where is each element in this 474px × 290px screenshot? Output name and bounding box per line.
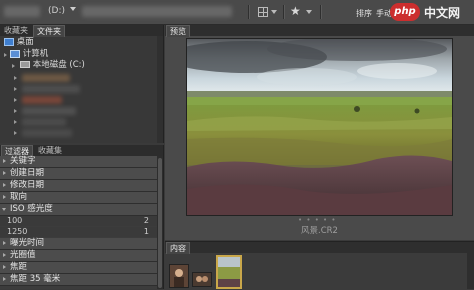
tree-item-label: 本地磁盘 (C:) [32,60,85,70]
filter-created-date[interactable]: 创建日期 [0,168,157,180]
tab-collections[interactable]: 收藏集 [35,145,65,156]
watermark-text: 中文网 [424,6,461,20]
expand-triangle-icon[interactable] [4,53,7,57]
toolbar-divider [283,5,284,19]
filter-panel: 过滤器 收藏集 关键字 创建日期 修改日期 取向 ISO 感光度 100 2 1… [0,145,164,289]
filter-label: ISO 感光度 [10,204,53,214]
filter-count: 1 [143,227,149,236]
expand-triangle-icon[interactable] [14,120,17,124]
tree-item-desktop[interactable]: 桌面 [4,37,34,47]
folders-panel-tabs: 收藏夹 文件夹 [0,25,163,37]
filter-label: 取向 [10,192,28,202]
expand-triangle-icon[interactable] [14,109,17,113]
folders-panel: 收藏夹 文件夹 桌面 计算机 本地磁盘 (C:) [0,25,164,143]
expand-triangle-icon [3,159,6,163]
filter-label: 光圈值 [10,250,36,260]
expand-triangle-icon [3,265,6,269]
content-panel-tabs: 内容 [165,242,474,254]
chevron-down-icon[interactable] [306,10,312,14]
tab-folders[interactable]: 文件夹 [33,25,65,37]
blurred-tree-item[interactable] [22,96,62,104]
expand-triangle-icon [3,277,6,281]
filter-value-row[interactable]: 100 2 [0,216,157,226]
folders-scrollbar[interactable] [157,36,163,143]
blurred-tree-item[interactable] [22,74,70,82]
blurred-tree-item[interactable] [22,129,72,137]
collapse-triangle-icon [2,208,6,211]
filter-iso[interactable]: ISO 感光度 [0,204,157,216]
view-grid-icon[interactable] [258,7,268,17]
watermark-logo: php 中文网 [388,1,472,23]
filter-label: 焦距 35 毫米 [10,274,61,284]
computer-icon [10,49,20,58]
toolbar-divider [248,5,249,19]
thumbnail-image [193,273,211,286]
thumbnail-portrait[interactable] [169,264,189,288]
preview-filename: 风景.CR2 [301,226,338,236]
drive-icon [20,61,30,68]
tree-item-local-disk-c[interactable]: 本地磁盘 (C:) [20,60,85,70]
tree-item-computer[interactable]: 计算机 [10,49,48,59]
filter-exposure-time[interactable]: 曝光时间 [0,238,157,250]
filter-label: 创建日期 [10,168,45,178]
filter-label: 曝光时间 [10,238,45,248]
filter-label: 修改日期 [10,180,45,190]
blurred-tree-item[interactable] [22,107,76,115]
tree-item-label: 计算机 [22,49,49,59]
star-icon[interactable]: ★ [290,4,301,18]
content-scrollbar[interactable] [467,253,474,289]
thumbnail-group[interactable] [192,272,212,287]
thumbnail-image [170,265,188,287]
expand-triangle-icon [3,171,6,175]
preview-image[interactable] [186,38,453,216]
filter-label: 关键字 [10,156,36,166]
filter-keywords[interactable]: 关键字 [0,156,157,168]
desktop-icon [4,37,14,46]
toolbar-divider [320,5,321,19]
filter-aperture[interactable]: 光圈值 [0,250,157,262]
sort-label[interactable]: 排序 [356,8,372,19]
expand-triangle-icon[interactable] [14,98,17,102]
tab-favorites[interactable]: 收藏夹 [1,25,31,36]
preview-panel-tabs: 预览 [165,25,474,37]
expand-triangle-icon[interactable] [14,87,17,91]
filter-value-row[interactable]: 1250 1 [0,227,157,237]
filter-panel-tabs: 过滤器 收藏集 [0,145,163,157]
tab-content[interactable]: 内容 [166,242,190,254]
top-toolbar: (D:) ★ 排序 手动 php 中文网 [0,0,474,25]
filter-modified-date[interactable]: 修改日期 [0,180,157,192]
tree-item-label: 桌面 [16,37,34,47]
filter-value: 1250 [7,227,28,236]
resize-handle[interactable]: • • • • • [298,216,337,224]
chevron-down-icon[interactable] [271,10,277,14]
chevron-down-icon[interactable] [70,7,76,11]
expand-triangle-icon[interactable] [14,131,17,135]
tab-preview[interactable]: 预览 [166,25,190,37]
expand-triangle-icon [3,241,6,245]
filter-focal-length[interactable]: 焦距 [0,262,157,274]
filter-focal-length-35mm[interactable]: 焦距 35 毫米 [0,274,157,286]
filter-count: 2 [143,216,149,225]
blurred-tree-item[interactable] [22,85,80,93]
expand-triangle-icon[interactable] [12,64,15,68]
filter-scrollbar-thumb[interactable] [158,158,162,288]
content-panel: 内容 [165,241,474,290]
expand-triangle-icon [3,253,6,257]
drive-path-label[interactable]: (D:) [48,6,65,16]
php-badge: php [390,3,420,21]
expand-triangle-icon [3,195,6,199]
landscape-photo [187,39,452,215]
filter-value: 100 [7,216,23,225]
filter-label: 焦距 [10,262,28,272]
blurred-tree-item[interactable] [22,118,66,126]
expand-triangle-icon[interactable] [14,76,17,80]
filter-orientation[interactable]: 取向 [0,192,157,204]
blurred-toolbar-region [4,6,40,17]
expand-triangle-icon [3,183,6,187]
thumbnail-landscape-selected[interactable] [216,255,242,289]
blurred-path-region [82,6,232,17]
thumbnail-image [218,257,240,287]
